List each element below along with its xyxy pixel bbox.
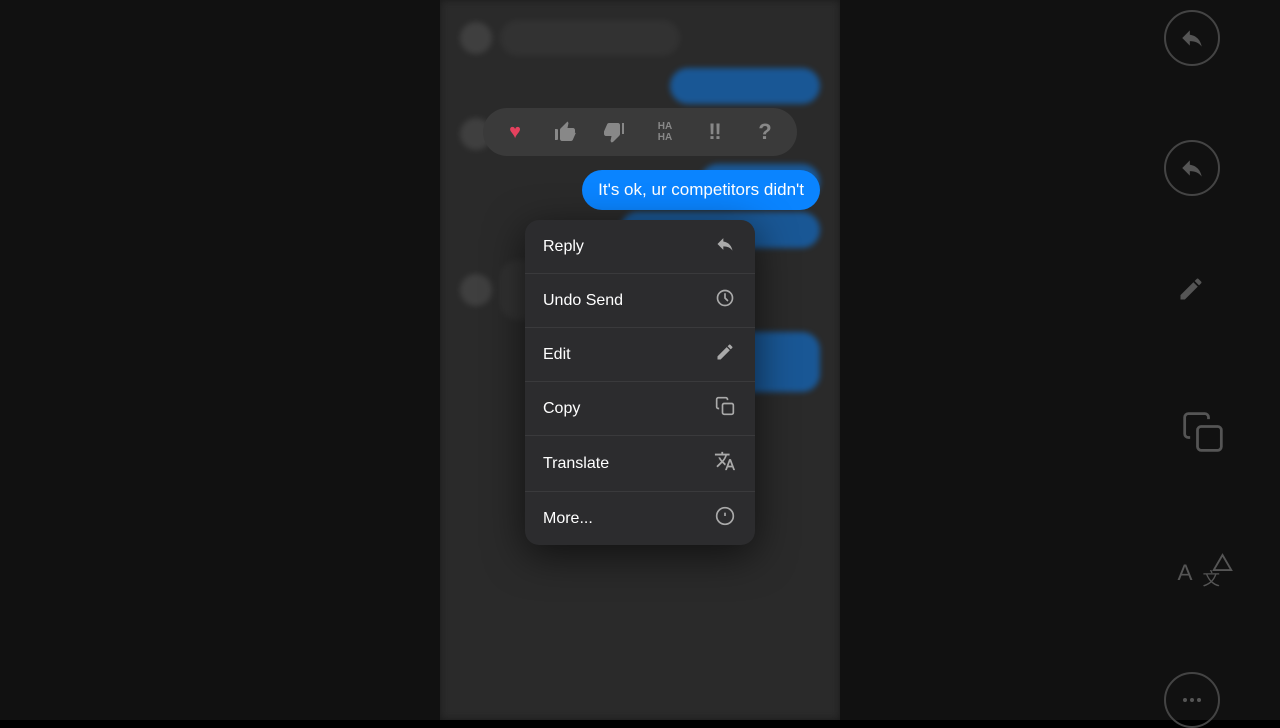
svg-text:A: A xyxy=(1178,560,1193,585)
side-reply-icon-top xyxy=(1164,10,1220,66)
side-edit-icon xyxy=(1177,275,1205,308)
context-menu: Reply Undo Send Edit xyxy=(525,220,755,545)
side-reply-icon-mid xyxy=(1164,140,1220,196)
more-icon xyxy=(713,506,737,531)
undo-send-label: Undo Send xyxy=(543,292,713,310)
translate-menu-item[interactable]: Translate xyxy=(525,436,755,492)
reaction-bar: ♥ HAHA ‼ ? xyxy=(483,108,797,156)
reply-icon xyxy=(713,234,737,259)
edit-menu-item[interactable]: Edit xyxy=(525,328,755,382)
copy-label: Copy xyxy=(543,400,713,418)
undo-send-menu-item[interactable]: Undo Send xyxy=(525,274,755,328)
undo-send-icon xyxy=(713,288,737,313)
right-panel: A 文 xyxy=(840,0,1280,720)
side-translate-icon: A 文 xyxy=(1175,545,1235,600)
left-panel xyxy=(0,0,440,720)
heart-reaction[interactable]: ♥ xyxy=(499,116,531,148)
more-menu-item[interactable]: More... xyxy=(525,492,755,545)
message-text: It's ok, ur competitors didn't xyxy=(598,180,804,199)
edit-label: Edit xyxy=(543,346,713,364)
reply-menu-item[interactable]: Reply xyxy=(525,220,755,274)
copy-menu-item[interactable]: Copy xyxy=(525,382,755,436)
message-bubble: It's ok, ur competitors didn't xyxy=(582,170,820,210)
thumbsup-reaction[interactable] xyxy=(549,116,581,148)
translate-label: Translate xyxy=(543,455,713,473)
question-reaction[interactable]: ? xyxy=(749,116,781,148)
svg-text:文: 文 xyxy=(1203,569,1221,589)
side-copy-icon xyxy=(1181,410,1225,459)
copy-icon xyxy=(713,396,737,421)
thumbsdown-reaction[interactable] xyxy=(599,116,631,148)
edit-icon xyxy=(713,342,737,367)
exclamation-reaction[interactable]: ‼ xyxy=(699,116,731,148)
translate-icon xyxy=(713,450,737,477)
more-label: More... xyxy=(543,510,713,528)
haha-reaction[interactable]: HAHA xyxy=(649,116,681,148)
reply-label: Reply xyxy=(543,238,713,256)
phone-screen: ♥ HAHA ‼ ? It's ok, ur competitors didn'… xyxy=(440,0,840,720)
